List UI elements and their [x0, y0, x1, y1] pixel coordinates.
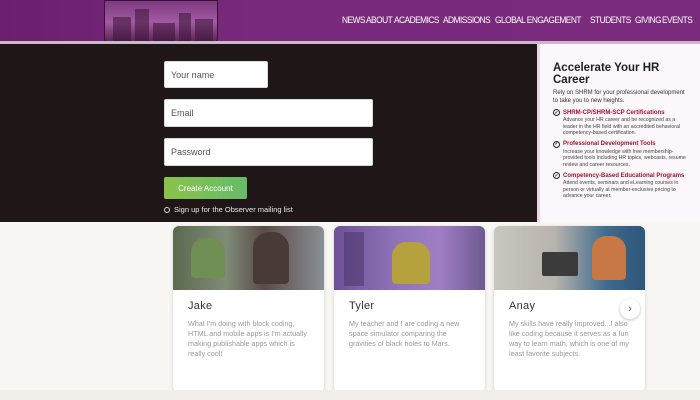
nav-link-global-engagement[interactable]: GLOBAL ENGAGEMENT [495, 15, 581, 26]
check-circle-icon: ✓ [553, 172, 560, 179]
nav-link-about[interactable]: ABOUT [366, 15, 393, 26]
mailing-list-checkbox-label[interactable]: Sign up for the Observer mailing list [164, 205, 293, 214]
promo-item: ✓ SHRM-CP/SHRM-SCP Certifications Advanc… [553, 109, 690, 137]
promo-item-heading[interactable]: Professional Development Tools [563, 141, 656, 147]
check-circle-icon: ✓ [553, 140, 560, 148]
nav-link-news[interactable]: NEWS [342, 15, 366, 26]
check-circle-icon: ✓ [553, 109, 560, 116]
mailing-list-text: Sign up for the Observer mailing list [174, 205, 293, 214]
promo-item-description: Attend events, seminars and eLearning co… [563, 180, 679, 199]
carousel-next-button[interactable]: › [620, 299, 640, 319]
student-quote: What I'm doing with block coding, HTML a… [188, 319, 307, 358]
main-nav-links: NEWS ABOUT ACADEMICS ADMISSIONS GLOBAL E… [342, 15, 695, 26]
nav-link-events[interactable]: EVENTS [662, 15, 693, 26]
mailing-list-checkbox[interactable] [164, 206, 170, 213]
student-photo [494, 226, 645, 290]
promo-item-heading[interactable]: SHRM-CP/SHRM-SCP Certifications [563, 110, 665, 116]
promo-item-description: Advance your HR career and be recognized… [563, 117, 681, 136]
testimonial-card-tyler[interactable]: Tyler My teacher and I are coding a new … [334, 226, 485, 392]
promo-item-description: Increase your knowledge with free member… [563, 148, 686, 168]
student-quote: My skills have really improved...I also … [509, 319, 629, 358]
student-name: Anay [509, 300, 536, 312]
student-quote: My teacher and I are coding a new space … [349, 319, 460, 348]
chevron-right-icon: › [628, 303, 632, 315]
footer-strip [0, 390, 700, 400]
nav-link-academics[interactable]: ACADEMICS [394, 15, 439, 26]
page: NEWS ABOUT ACADEMICS ADMISSIONS GLOBAL E… [0, 0, 700, 400]
student-photo [334, 226, 485, 290]
hr-career-promo-card: Accelerate Your HR Career Rely on SHRM f… [537, 44, 700, 222]
student-name: Jake [188, 300, 213, 312]
promo-intro: Rely on SHRM for your professional devel… [553, 90, 685, 104]
promo-item-heading[interactable]: Competency-Based Educational Programs [563, 173, 684, 179]
password-input[interactable] [164, 138, 373, 166]
student-name: Tyler [349, 300, 375, 312]
top-navigation-bar: NEWS ABOUT ACADEMICS ADMISSIONS GLOBAL E… [0, 0, 700, 44]
nav-link-students[interactable]: STUDENTS [590, 15, 631, 26]
promo-title: Accelerate Your HR Career [553, 62, 660, 86]
student-photo [173, 226, 324, 290]
promo-item: ✓ Professional Development Tools Increas… [553, 140, 690, 169]
nav-link-admissions[interactable]: ADMISSIONS [443, 15, 491, 26]
testimonial-card-jake[interactable]: Jake What I'm doing with block coding, H… [173, 226, 324, 392]
email-input[interactable] [164, 99, 373, 127]
create-account-button[interactable]: Create Account [164, 177, 247, 199]
nav-link-giving[interactable]: GIVING [635, 15, 662, 26]
promo-item: ✓ Competency-Based Educational Programs … [553, 172, 690, 200]
name-input[interactable] [164, 61, 268, 88]
campus-banner-image[interactable] [104, 0, 218, 44]
